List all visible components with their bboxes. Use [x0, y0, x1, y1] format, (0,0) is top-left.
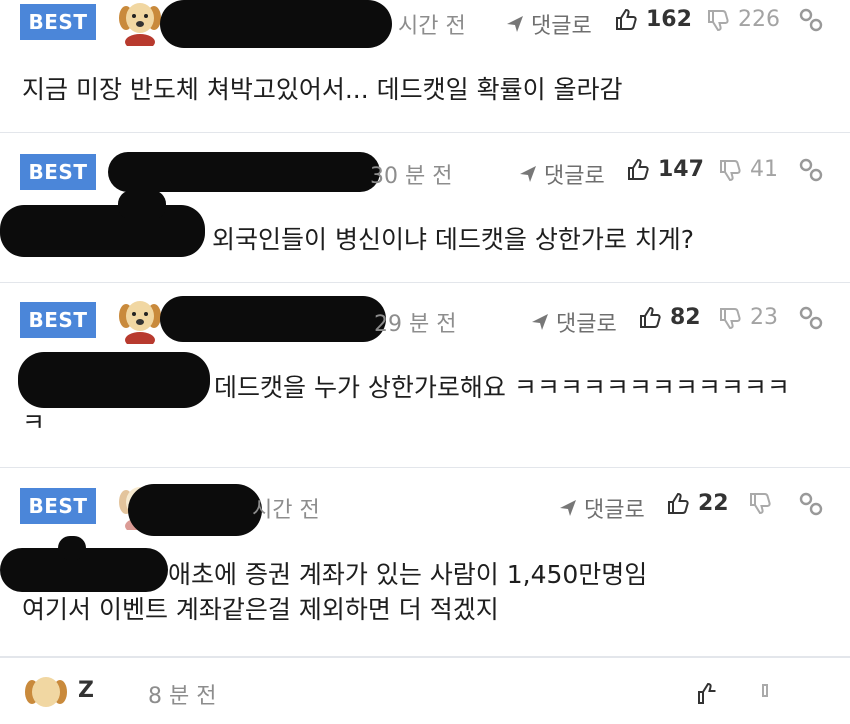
reply-button[interactable]: 댓글로: [558, 492, 645, 524]
thumbs-down-icon: [718, 306, 742, 330]
reply-label: 댓글로: [544, 164, 605, 189]
like-count: 147: [658, 157, 704, 182]
comment-time: 30 분 전: [370, 164, 453, 189]
redacted-text: [18, 352, 210, 408]
thumbs-up-icon: [666, 492, 690, 516]
like-count: 82: [670, 305, 701, 330]
like-count: 22: [698, 491, 729, 516]
like-button[interactable]: 147: [626, 157, 704, 182]
redacted-username: [160, 0, 392, 48]
comment-text: 데드캣을 누가 상한가로해요 ㅋㅋㅋㅋㅋㅋㅋㅋㅋㅋㅋㅋ: [214, 373, 790, 402]
reply-label: 댓글로: [531, 14, 592, 39]
comment-meta: BEST 30 분 전 댓글로 147 41: [0, 150, 850, 196]
best-badge: BEST: [20, 302, 96, 338]
reply-label: 댓글로: [584, 498, 645, 523]
best-badge: BEST: [20, 488, 96, 524]
comment-text: 외국인들이 병신이냐 데드캣을 상한가로 치게?: [212, 225, 695, 254]
comment-time: 시간 전: [398, 14, 466, 39]
dislike-count: 41: [750, 157, 778, 182]
puppy-avatar[interactable]: [116, 0, 164, 50]
redacted-username: [128, 484, 262, 536]
thumbs-up-icon[interactable]: [696, 682, 720, 706]
dislike-button[interactable]: [748, 491, 780, 515]
puppy-avatar[interactable]: [22, 672, 70, 720]
reply-arrow-icon: [518, 164, 538, 184]
link-icon[interactable]: [798, 305, 824, 331]
comment-meta: BEST 시간 전 댓글로 162 226: [0, 0, 850, 50]
redacted-username: [108, 152, 380, 192]
puppy-avatar[interactable]: [116, 296, 164, 348]
comment-time: 8 분 전: [148, 684, 217, 709]
dislike-button[interactable]: 23: [718, 305, 778, 330]
thumbs-down-icon: [706, 8, 730, 32]
reply-arrow-icon: [530, 312, 550, 332]
comment-text: 여기서 이벤트 계좌같은걸 제외하면 더 적겠지: [22, 595, 499, 624]
comment-meta: BEST 29 분 전 댓글로 82 23: [0, 296, 850, 348]
dislike-button[interactable]: 226: [706, 7, 780, 32]
comment-author[interactable]: Z: [78, 678, 94, 703]
comment-text: 애초에 증권 계좌가 있는 사람이 1,450만명임: [168, 560, 648, 589]
reply-arrow-icon: [558, 498, 578, 518]
thumbs-up-icon: [626, 158, 650, 182]
thumbs-down-icon: [748, 491, 772, 515]
reply-button[interactable]: 댓글로: [518, 158, 605, 190]
redacted-username: [160, 296, 386, 342]
divider: [0, 282, 850, 283]
like-button[interactable]: 162: [614, 7, 692, 32]
reply-label: 댓글로: [556, 312, 617, 337]
reply-arrow-icon: [505, 14, 525, 34]
comment-text: 지금 미장 반도체 쳐박고있어서... 데드캣일 확률이 올라감: [22, 75, 623, 104]
redacted-text: [118, 190, 166, 220]
comment-time: 시간 전: [252, 498, 320, 523]
divider: [0, 467, 850, 468]
best-badge: BEST: [20, 4, 96, 40]
reply-button[interactable]: 댓글로: [530, 306, 617, 338]
thumbs-down-icon[interactable]: [760, 682, 784, 706]
link-icon[interactable]: [798, 157, 824, 183]
thumbs-up-icon: [614, 8, 638, 32]
like-button[interactable]: 22: [666, 491, 729, 516]
comment-meta: BEST 시간 전 댓글로 22: [0, 484, 850, 536]
redacted-text: [0, 205, 205, 257]
redacted-text: [58, 536, 86, 560]
comment-text: ㅋ: [22, 408, 46, 437]
dislike-button[interactable]: 41: [718, 157, 778, 182]
best-badge: BEST: [20, 154, 96, 190]
like-button[interactable]: 82: [638, 305, 701, 330]
link-icon[interactable]: [798, 491, 824, 517]
comment-time: 29 분 전: [374, 312, 457, 337]
divider: [0, 656, 850, 658]
reply-button[interactable]: 댓글로: [505, 8, 592, 40]
thumbs-down-icon: [718, 158, 742, 182]
dislike-count: 226: [738, 7, 780, 32]
like-count: 162: [646, 7, 692, 32]
dislike-count: 23: [750, 305, 778, 330]
thumbs-up-icon: [638, 306, 662, 330]
divider: [0, 132, 850, 133]
link-icon[interactable]: [798, 7, 824, 33]
